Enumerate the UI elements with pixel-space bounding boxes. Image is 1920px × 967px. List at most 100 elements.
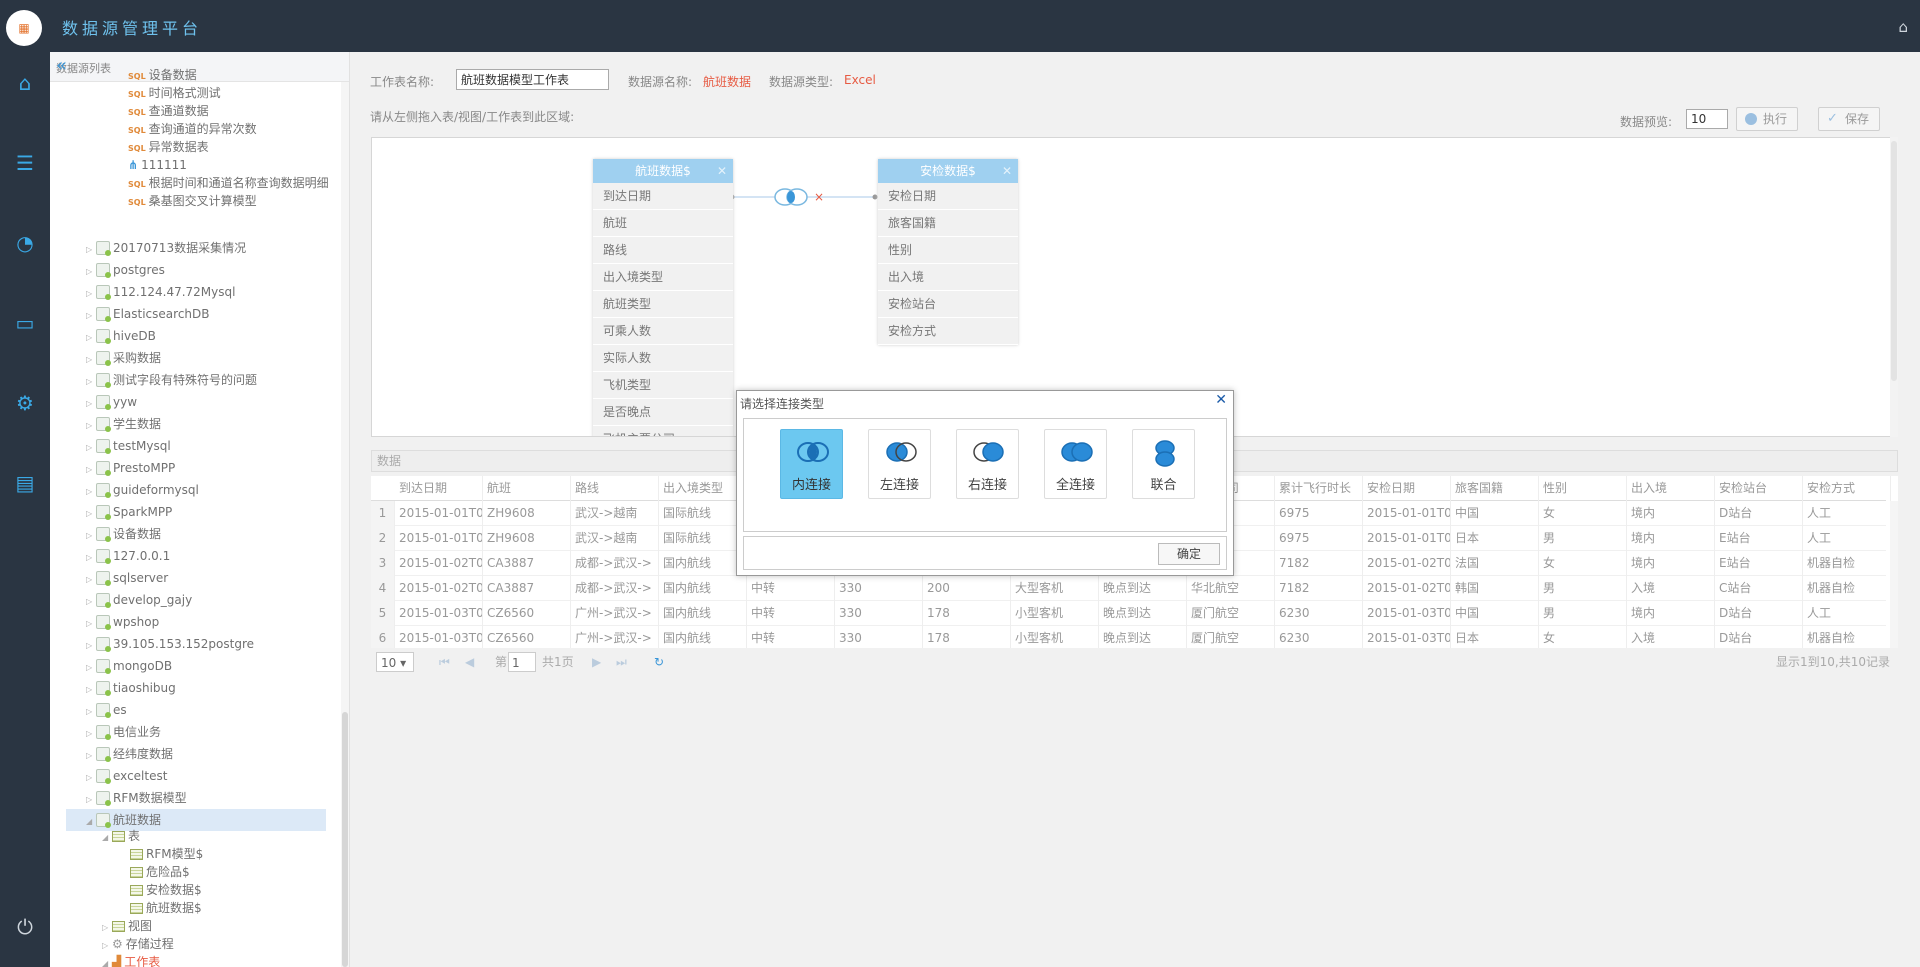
preview-count-input[interactable] xyxy=(1686,109,1728,129)
field-item[interactable]: 是否晚点 xyxy=(593,399,733,426)
tree-db-node[interactable]: ▷ 127.0.0.1 xyxy=(86,545,170,567)
field-item[interactable]: 航班类型 xyxy=(593,291,733,318)
card-flight-table[interactable]: 航班数据$ ✕ 到达日期 航班 路线 出入境类型 航班类型 可乘人数 实际人数 飞机类型 是否晚点… xyxy=(593,159,733,436)
column-header[interactable]: 旅客国籍 xyxy=(1451,476,1539,501)
expand-arrow-icon[interactable]: ▷ xyxy=(86,547,96,569)
card-security-table[interactable]: 安检数据$ ✕ 安检日期 旅客国籍 性别 出入境 安检站台 安检方式 xyxy=(878,159,1018,345)
tree-folder-views[interactable]: ▷ 视图 xyxy=(102,917,152,935)
tree-db-node[interactable]: ▷ exceltest xyxy=(86,765,167,787)
tree-scrollbar[interactable] xyxy=(341,82,349,967)
expand-arrow-icon[interactable]: ▷ xyxy=(86,327,96,349)
next-page-icon[interactable]: ▶ xyxy=(592,652,601,672)
column-header[interactable]: 出入境类型 xyxy=(659,476,747,501)
field-item[interactable]: 安检方式 xyxy=(878,318,1018,345)
expand-arrow-icon[interactable]: ▷ xyxy=(86,679,96,701)
left-join-option[interactable]: 左连接 xyxy=(868,429,931,499)
field-item[interactable]: 实际人数 xyxy=(593,345,733,372)
column-header[interactable]: 性别 xyxy=(1539,476,1627,501)
expand-arrow-icon[interactable]: ▷ xyxy=(86,789,96,811)
last-page-icon[interactable]: ⏭ xyxy=(616,652,627,672)
tree-db-node[interactable]: ▷ ElasticsearchDB xyxy=(86,303,210,325)
expand-arrow-icon[interactable]: ▷ xyxy=(86,767,96,789)
expand-arrow-icon[interactable]: ▷ xyxy=(86,437,96,459)
tree-leaf[interactable]: ⋔ 111111 xyxy=(128,156,187,174)
expand-arrow-icon[interactable]: ▷ xyxy=(86,415,96,437)
expand-arrow-icon[interactable]: ▷ xyxy=(86,305,96,327)
column-header[interactable]: 安检站台 xyxy=(1715,476,1803,501)
tree-table-node[interactable]: 危险品$ xyxy=(130,863,190,881)
expand-arrow-icon[interactable]: ▷ xyxy=(86,239,96,261)
tree-db-node[interactable]: ▷ tiaoshibug xyxy=(86,677,176,699)
sheet-name-input[interactable] xyxy=(456,69,609,90)
settings-icon[interactable]: ⚙ xyxy=(10,388,40,418)
expand-arrow-icon[interactable]: ▷ xyxy=(86,745,96,767)
prev-page-icon[interactable]: ◀ xyxy=(465,652,474,672)
collapse-panel-icon[interactable]: « xyxy=(56,55,340,76)
tree-folder-sheets[interactable]: ◢ ▟ 工作表 xyxy=(102,953,160,967)
tree-db-node[interactable]: ▷ sqlserver xyxy=(86,567,168,589)
expand-arrow-icon[interactable]: ▷ xyxy=(86,393,96,415)
close-card-icon[interactable]: ✕ xyxy=(1002,159,1012,183)
expand-arrow-icon[interactable]: ▷ xyxy=(86,569,96,591)
run-button[interactable]: 执行 xyxy=(1736,107,1799,131)
dashboard-icon[interactable]: ◔ xyxy=(10,228,40,258)
tree-table-node[interactable]: RFM模型$ xyxy=(130,845,203,863)
tree-db-node[interactable]: ▷ hiveDB xyxy=(86,325,156,347)
expand-arrow-icon[interactable]: ◢ xyxy=(102,955,112,967)
tree-db-node[interactable]: ▷ 20170713数据采集情况 xyxy=(86,237,246,259)
tree-db-node[interactable]: ▷ 电信业务 xyxy=(86,721,161,743)
expand-arrow-icon[interactable]: ▷ xyxy=(86,371,96,393)
page-number-input[interactable]: 1 xyxy=(508,652,536,672)
field-item[interactable]: 飞机类型 xyxy=(593,372,733,399)
pdf-icon[interactable]: ▤ xyxy=(10,468,40,498)
table-row[interactable]: 5 2015-01-03T00 CZ6560 广州->武汉-> 国内航线 中转 330 178… xyxy=(371,601,1891,626)
column-header[interactable]: 出入境 xyxy=(1627,476,1715,501)
column-header[interactable]: 到达日期 xyxy=(395,476,483,501)
refresh-icon[interactable]: ↻ xyxy=(654,652,664,672)
tree-folder-tables[interactable]: ◢ 表 xyxy=(102,827,140,845)
tree-db-node[interactable]: ▷ postgres xyxy=(86,259,165,281)
field-item[interactable]: 安检站台 xyxy=(878,291,1018,318)
tree-leaf[interactable]: SQL 异常数据表 xyxy=(128,138,209,156)
tree-db-node[interactable]: ▷ wpshop xyxy=(86,611,159,633)
confirm-button[interactable]: 确定 xyxy=(1158,543,1220,565)
tree-table-node[interactable]: 航班数据$ xyxy=(130,899,202,917)
tree-db-node[interactable]: ▷ RFM数据模型 xyxy=(86,787,187,809)
join-type-icon[interactable] xyxy=(774,188,808,206)
expand-arrow-icon[interactable]: ▷ xyxy=(86,591,96,613)
grid-scrollbar[interactable] xyxy=(1890,501,1898,648)
card-flight-header[interactable]: 航班数据$ ✕ xyxy=(593,159,733,183)
home-icon[interactable]: ⌂ xyxy=(10,68,40,98)
inner-join-option[interactable]: 内连接 xyxy=(780,429,843,499)
field-item[interactable]: 航班 xyxy=(593,210,733,237)
expand-arrow-icon[interactable]: ▷ xyxy=(86,503,96,525)
tree-table-node[interactable]: 安检数据$ xyxy=(130,881,202,899)
expand-arrow-icon[interactable]: ▷ xyxy=(86,657,96,679)
expand-arrow-icon[interactable]: ▷ xyxy=(86,459,96,481)
page-size-select[interactable]: 10 ▾ xyxy=(376,652,414,672)
home-link-icon[interactable]: ⌂ xyxy=(1898,18,1908,36)
tree-leaf[interactable]: SQL 根据时间和通道名称查询数据明细 xyxy=(128,174,329,192)
tree-db-node[interactable]: ▷ SparkMPP xyxy=(86,501,172,523)
tree-folder-procs[interactable]: ▷ ⚙ 存储过程 xyxy=(102,935,174,953)
tree-db-node[interactable]: ▷ 设备数据 xyxy=(86,523,161,545)
expand-arrow-icon[interactable]: ▷ xyxy=(86,701,96,723)
column-header[interactable]: 航班 xyxy=(483,476,571,501)
tree-db-node[interactable]: ▷ guideformysql xyxy=(86,479,199,501)
collapse-arrow-icon[interactable]: ◢ xyxy=(102,829,112,847)
tree-db-node[interactable]: ▷ 学生数据 xyxy=(86,413,161,435)
canvas-scrollbar[interactable] xyxy=(1890,137,1898,437)
save-button[interactable]: ✓ 保存 xyxy=(1818,107,1881,131)
expand-arrow-icon[interactable]: ▷ xyxy=(86,723,96,745)
tree-leaf[interactable]: SQL 查询通道的异常次数 xyxy=(128,120,257,138)
tree-db-node[interactable]: ▷ mongoDB xyxy=(86,655,172,677)
tree-db-node[interactable]: ▷ es xyxy=(86,699,127,721)
tree-db-node[interactable]: ▷ yyw xyxy=(86,391,137,413)
tree-leaf[interactable]: SQL 桑基图交叉计算模型 xyxy=(128,192,257,210)
expand-arrow-icon[interactable]: ▷ xyxy=(86,349,96,371)
column-header[interactable]: 累计飞行时长 xyxy=(1275,476,1363,501)
union-option[interactable]: 联合 xyxy=(1132,429,1195,499)
column-header[interactable]: 安检方式 xyxy=(1803,476,1891,501)
field-item[interactable]: 旅客国籍 xyxy=(878,210,1018,237)
table-row[interactable]: 4 2015-01-02T00 CA3887 成都->武汉-> 国内航线 中转 330 200… xyxy=(371,576,1891,601)
